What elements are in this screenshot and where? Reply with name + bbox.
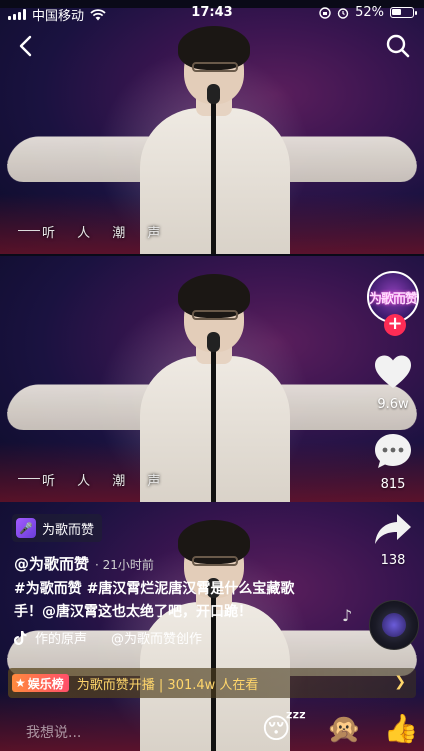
- rank-badge-label: 娱乐榜: [27, 676, 64, 691]
- video-panel-1: 听 人 潮 声: [0, 8, 424, 254]
- singer-figure: [0, 8, 424, 254]
- comment-button[interactable]: 815: [364, 432, 422, 492]
- lock-rotation-icon: [319, 6, 331, 19]
- topic-tag[interactable]: 🎤 为歌而赞: [12, 514, 103, 542]
- author-row: @为歌而赞 · 21小时前: [14, 553, 154, 574]
- status-bar: 中国移动 17:43 52%: [0, 0, 424, 26]
- description-line-1: #为歌而赞 #唐汉霄烂泥唐汉霄是什么宝藏歌: [14, 581, 295, 597]
- back-chevron-icon: [19, 35, 32, 57]
- mic-icon: 🎤: [16, 518, 36, 538]
- share-arrow-icon: [375, 514, 411, 544]
- description-line-2: 手！@唐汉霄这也太绝了吧，开口跪！: [14, 604, 252, 620]
- search-button[interactable]: [384, 32, 412, 60]
- tiktok-logo-icon: [14, 630, 27, 645]
- chevron-right-icon: ❯: [394, 674, 406, 690]
- comment-count: 815: [380, 477, 406, 492]
- share-count: 138: [380, 553, 406, 568]
- emoji-shy-icon[interactable]: 🙊: [326, 710, 362, 746]
- video-subtitle: 听 人 潮 声: [42, 226, 170, 241]
- music-creator: @为歌而赞创作: [111, 632, 203, 647]
- music-cover: [382, 613, 406, 637]
- live-rank-bar[interactable]: ★ 娱乐榜 为歌而赞开播 | 301.4w 人在看 ❯: [8, 668, 416, 698]
- music-original: 作的原声: [35, 632, 88, 647]
- author-name[interactable]: @为歌而赞: [14, 553, 89, 574]
- alarm-icon: [337, 7, 349, 19]
- emoji-thumbs-up-icon[interactable]: 👍: [383, 710, 419, 746]
- video-subtitle: 听 人 潮 声: [42, 474, 170, 489]
- battery-icon: [390, 7, 417, 18]
- follow-button[interactable]: +: [384, 314, 406, 336]
- comment-input[interactable]: 我想说...: [26, 722, 81, 742]
- like-count: 9.6w: [377, 397, 409, 412]
- battery-percent: 52%: [355, 5, 384, 20]
- emoji-sleep-icon[interactable]: 😴: [262, 710, 307, 746]
- share-button[interactable]: 138: [364, 512, 422, 568]
- back-button[interactable]: [12, 32, 40, 60]
- like-button[interactable]: 9.6w: [364, 354, 422, 412]
- post-time: · 21小时前: [95, 558, 154, 572]
- rank-text: 为歌而赞开播 | 301.4w 人在看: [76, 677, 259, 693]
- star-icon: ★: [15, 676, 26, 690]
- rank-badge: ★ 娱乐榜: [12, 674, 69, 692]
- avatar-logo: 为歌而赞: [369, 291, 418, 307]
- video-panel-2: 听 人 潮 声: [0, 256, 424, 502]
- comment-bubble-icon: [375, 434, 411, 468]
- search-icon: [386, 34, 410, 58]
- video-screen[interactable]: 听 人 潮 声 听 人 潮 声 中国移动 17:43 52% 为歌而赞 + 9.…: [0, 0, 424, 751]
- topic-tag-label: 为歌而赞: [42, 522, 95, 538]
- singer-figure: [0, 256, 424, 502]
- video-description[interactable]: #为歌而赞 #唐汉霄烂泥唐汉霄是什么宝藏歌 手！@唐汉霄这也太绝了吧，开口跪！: [14, 578, 348, 624]
- music-info[interactable]: 作的原声 @为歌而赞创作: [14, 628, 202, 647]
- music-disc[interactable]: [369, 600, 419, 650]
- heart-icon: [375, 355, 411, 388]
